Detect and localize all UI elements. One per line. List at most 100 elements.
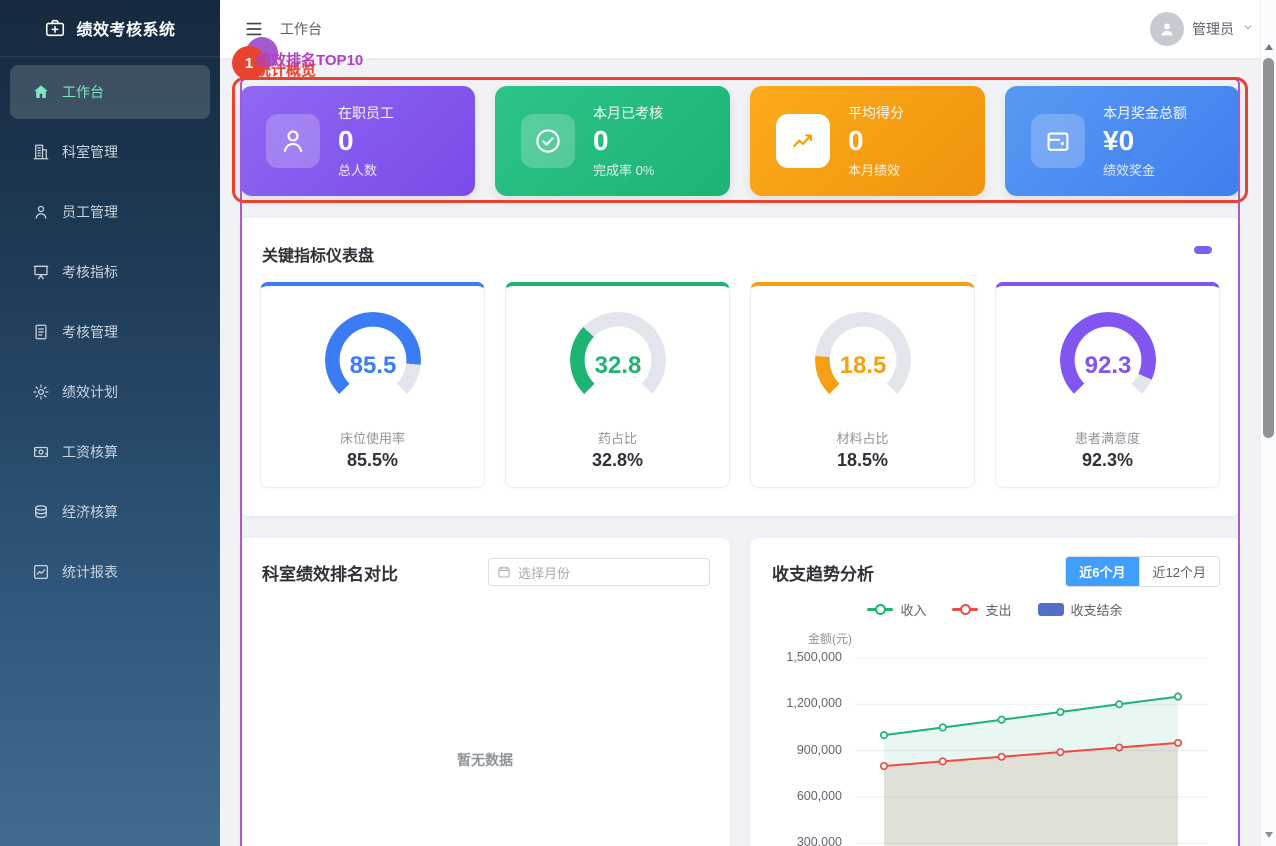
sidebar-item-reports[interactable]: 统计报表 bbox=[10, 545, 210, 599]
sidebar-item-label: 科室管理 bbox=[62, 142, 118, 162]
stat-sub: 总人数 bbox=[338, 160, 394, 179]
trend-chart-icon bbox=[32, 563, 50, 581]
stat-card-assessed: 本月已考核 0 完成率 0% bbox=[495, 86, 730, 196]
trend-analysis-card: 收支趋势分析 近6个月 近12个月 收入 支出 收支结余 金额(元) 1,500… bbox=[750, 538, 1240, 846]
sidebar-item-indicators[interactable]: 考核指标 bbox=[10, 245, 210, 299]
home-icon bbox=[32, 83, 50, 101]
gauge-value: 18.5 bbox=[815, 312, 911, 408]
database-icon bbox=[32, 503, 50, 521]
stat-sub: 完成率 0% bbox=[593, 160, 663, 179]
stat-card-employees: 在职员工 0 总人数 bbox=[240, 86, 475, 196]
app-title: 绩效考核系统 bbox=[76, 16, 175, 40]
gauge-percent: 18.5% bbox=[751, 450, 974, 471]
username: 管理员 bbox=[1192, 19, 1234, 39]
panel-title: 关键指标仪表盘 bbox=[262, 242, 374, 266]
calendar-icon bbox=[497, 565, 511, 579]
toggle-12-months[interactable]: 近12个月 bbox=[1139, 557, 1219, 586]
scrollbar-thumb[interactable] bbox=[1263, 58, 1274, 438]
breadcrumb[interactable]: 工作台 bbox=[280, 19, 322, 39]
annotation-label-ranking: 绩效排名TOP10 bbox=[256, 49, 363, 70]
stat-value: 0 bbox=[593, 125, 663, 157]
data-board-icon bbox=[32, 263, 50, 281]
stat-sub: 绩效奖金 bbox=[1103, 160, 1187, 179]
sidebar-item-label: 绩效计划 bbox=[62, 382, 118, 402]
card-title: 科室绩效排名对比 bbox=[262, 560, 398, 585]
gauge-label: 材料占比 bbox=[751, 428, 974, 447]
office-building-icon bbox=[32, 143, 50, 161]
sidebar-item-plans[interactable]: 绩效计划 bbox=[10, 365, 210, 419]
user-menu[interactable]: 管理员 bbox=[1150, 12, 1254, 46]
circle-check-icon bbox=[521, 114, 575, 168]
sidebar-item-label: 考核指标 bbox=[62, 262, 118, 282]
gauge-card-drug-ratio: 32.8 药占比 32.8% bbox=[505, 282, 730, 488]
stat-value: ¥0 bbox=[1103, 125, 1187, 157]
toggle-6-months[interactable]: 近6个月 bbox=[1066, 557, 1138, 586]
sidebar-item-economics[interactable]: 经济核算 bbox=[10, 485, 210, 539]
gauge-grid: 85.5 床位使用率 85.5% 32.8 药占比 32.8% 18.5 材料占… bbox=[260, 282, 1220, 488]
sidebar-item-employees[interactable]: 员工管理 bbox=[10, 185, 210, 239]
gear-icon bbox=[32, 383, 50, 401]
gauge-value: 92.3 bbox=[1060, 312, 1156, 408]
sidebar-item-label: 员工管理 bbox=[62, 202, 118, 222]
gauge-percent: 32.8% bbox=[506, 450, 729, 471]
sidebar-item-assessment[interactable]: 考核管理 bbox=[10, 305, 210, 359]
sidebar-item-label: 统计报表 bbox=[62, 562, 118, 582]
document-icon bbox=[32, 323, 50, 341]
sidebar-item-workbench[interactable]: 工作台 bbox=[10, 65, 210, 119]
line-marker-icon bbox=[867, 608, 893, 611]
collapse-menu-icon[interactable] bbox=[244, 19, 264, 39]
gauge-dial: 18.5 bbox=[815, 312, 911, 408]
scrollbar-up-arrow[interactable] bbox=[1265, 44, 1273, 50]
top-header: 工作台 管理员 bbox=[220, 0, 1276, 58]
scrollbar-down-arrow[interactable] bbox=[1265, 832, 1273, 838]
chart-legend: 收入 支出 收支结余 bbox=[750, 600, 1240, 619]
stat-title: 本月已考核 bbox=[593, 103, 663, 123]
gauge-card-bed-usage: 85.5 床位使用率 85.5% bbox=[260, 282, 485, 488]
stat-title: 本月奖金总额 bbox=[1103, 103, 1187, 123]
sidebar-item-label: 工资核算 bbox=[62, 442, 118, 462]
stat-card-score: 平均得分 0 本月绩效 bbox=[750, 86, 985, 196]
stat-title: 平均得分 bbox=[848, 103, 904, 123]
line-marker-icon bbox=[952, 608, 978, 611]
gauge-card-material-ratio: 18.5 材料占比 18.5% bbox=[750, 282, 975, 488]
stat-sub: 本月绩效 bbox=[848, 160, 904, 179]
gauge-dial: 32.8 bbox=[570, 312, 666, 408]
first-aid-kit-icon bbox=[44, 17, 66, 39]
sidebar-menu: 工作台 科室管理 员工管理 考核指标 考核管理 bbox=[0, 57, 220, 599]
trend-line-chart[interactable] bbox=[750, 643, 1230, 846]
user-icon bbox=[32, 203, 50, 221]
stat-value: 0 bbox=[338, 125, 394, 157]
gauge-dial: 85.5 bbox=[325, 312, 421, 408]
gauge-card-satisfaction: 92.3 患者满意度 92.3% bbox=[995, 282, 1220, 488]
gauge-value: 85.5 bbox=[325, 312, 421, 408]
legend-balance[interactable]: 收支结余 bbox=[1038, 600, 1123, 619]
wallet-icon bbox=[1031, 114, 1085, 168]
app-logo: 绩效考核系统 bbox=[0, 0, 220, 57]
avatar bbox=[1150, 12, 1184, 46]
legend-expense[interactable]: 支出 bbox=[952, 600, 1011, 619]
stats-row: 在职员工 0 总人数 本月已考核 0 完成率 0% 平均得分 0 本月绩效 bbox=[240, 86, 1240, 196]
scrollbar bbox=[1260, 0, 1276, 846]
sidebar-item-departments[interactable]: 科室管理 bbox=[10, 125, 210, 179]
stat-card-bonus: 本月奖金总额 ¥0 绩效奖金 bbox=[1005, 86, 1240, 196]
empty-data-text: 暂无数据 bbox=[240, 750, 730, 770]
sidebar-item-label: 工作台 bbox=[62, 82, 104, 102]
gauge-percent: 92.3% bbox=[996, 450, 1219, 471]
sidebar-item-label: 考核管理 bbox=[62, 322, 118, 342]
card-title: 收支趋势分析 bbox=[772, 560, 874, 585]
sidebar-item-label: 经济核算 bbox=[62, 502, 118, 522]
user-icon bbox=[266, 114, 320, 168]
gauge-label: 床位使用率 bbox=[261, 428, 484, 447]
chevron-down-icon bbox=[1242, 20, 1254, 38]
gauge-label: 患者满意度 bbox=[996, 428, 1219, 447]
rect-marker-icon bbox=[1038, 603, 1064, 616]
gauge-percent: 85.5% bbox=[261, 450, 484, 471]
month-picker-input[interactable]: 选择月份 bbox=[488, 558, 710, 586]
department-ranking-card: 科室绩效排名对比 选择月份 暂无数据 bbox=[240, 538, 730, 846]
gauge-value: 32.8 bbox=[570, 312, 666, 408]
trend-icon bbox=[776, 114, 830, 168]
sidebar-item-payroll[interactable]: 工资核算 bbox=[10, 425, 210, 479]
stat-title: 在职员工 bbox=[338, 103, 394, 123]
sidebar: 绩效考核系统 工作台 科室管理 员工管理 考核指标 bbox=[0, 0, 220, 846]
legend-income[interactable]: 收入 bbox=[867, 600, 926, 619]
